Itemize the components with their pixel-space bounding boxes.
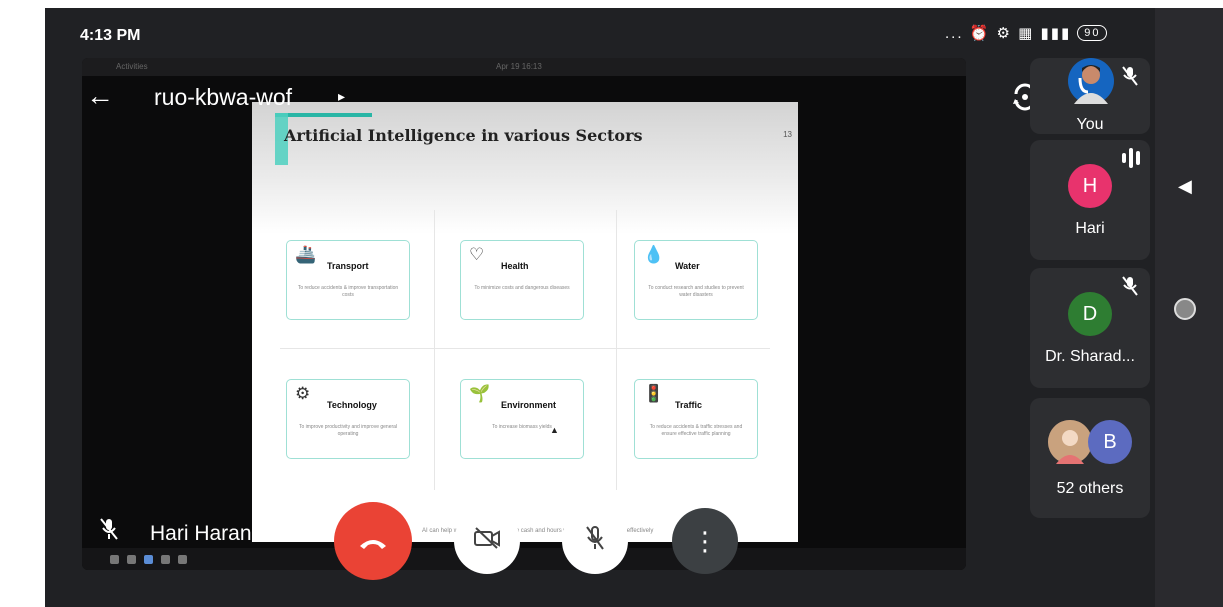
sector-icon: ♡ bbox=[469, 245, 485, 264]
sector-title: Traffic bbox=[675, 400, 703, 410]
participant-tile-you[interactable]: You bbox=[1030, 58, 1150, 134]
avatar: D bbox=[1068, 292, 1112, 336]
sector-card-water: 💧 Water To conduct research and studies to… bbox=[634, 240, 758, 320]
status-time: 4:13 PM bbox=[80, 27, 141, 44]
camera-toggle-button[interactable] bbox=[454, 508, 520, 574]
shared-topbar-left: Activities bbox=[116, 62, 148, 71]
mic-off-icon bbox=[1122, 276, 1138, 300]
participant-label: Hari bbox=[1075, 220, 1105, 237]
shared-topbar-clock: Apr 19 16:13 bbox=[496, 62, 542, 71]
sector-description: To reduce accidents & traffic stresses a… bbox=[649, 424, 743, 437]
avatar: H bbox=[1068, 164, 1112, 208]
dock-app-icon bbox=[178, 555, 187, 564]
sector-title: Water bbox=[675, 261, 700, 271]
speaking-indicator-icon bbox=[1122, 148, 1140, 168]
presenter-name: Hari Haran bbox=[150, 522, 252, 545]
mic-off-icon bbox=[100, 518, 118, 546]
participant-tile-others[interactable]: B 52 others bbox=[1030, 398, 1150, 518]
slide-accent-bar bbox=[275, 113, 372, 117]
nav-home-icon[interactable] bbox=[1174, 298, 1196, 320]
sector-title: Environment bbox=[501, 400, 557, 410]
participant-label: Dr. Sharad... bbox=[1045, 348, 1135, 365]
sector-card-technology: ⚙ Technology To improve productivity and i… bbox=[286, 379, 410, 459]
presentation-slide: Artificial Intelligence in various Secto… bbox=[252, 102, 798, 542]
slide-grid-line bbox=[616, 210, 617, 490]
sector-card-environment: 🌱 Environment To increase biomass yields bbox=[460, 379, 584, 459]
sector-description: To minimize costs and dangerous diseases bbox=[474, 285, 570, 291]
mic-off-icon bbox=[585, 525, 605, 558]
slide-grid-line bbox=[280, 348, 770, 349]
camera-off-icon bbox=[473, 526, 501, 557]
mic-off-icon bbox=[1122, 66, 1138, 90]
status-indicators: ... ⏰ ⚙ ▦ ▮▮▮ bbox=[945, 25, 1072, 42]
more-options-button[interactable]: ⋮ bbox=[672, 508, 738, 574]
battery-icon: 90 bbox=[1077, 25, 1108, 41]
avatar bbox=[1068, 58, 1114, 104]
shared-screen-topbar: Activities Apr 19 16:13 bbox=[82, 58, 966, 76]
sector-icon: 🚢 bbox=[295, 245, 317, 264]
dock-app-icon bbox=[110, 555, 119, 564]
participant-tile-hari[interactable]: H Hari bbox=[1030, 140, 1150, 260]
phone-hangup-icon bbox=[358, 526, 388, 557]
screen-edge bbox=[0, 0, 45, 607]
avatar: B bbox=[1088, 420, 1132, 464]
sector-title: Technology bbox=[327, 400, 377, 410]
status-icons: ... ⏰ ⚙ ▦ ▮▮▮ 90 bbox=[945, 24, 1108, 42]
sector-description: To improve productivity and improve gene… bbox=[298, 424, 398, 437]
slide-page-number: 13 bbox=[783, 130, 792, 139]
nav-back-icon[interactable]: ◀ bbox=[1178, 176, 1192, 197]
sector-card-traffic: 🚦 Traffic To reduce accidents & traffic st… bbox=[634, 379, 758, 459]
sector-card-transport: 🚢 Transport To reduce accidents & improve … bbox=[286, 240, 410, 320]
sector-icon: 🚦 bbox=[643, 384, 665, 403]
sector-description: To reduce accidents & improve transporta… bbox=[297, 285, 399, 298]
participant-label: 52 others bbox=[1056, 480, 1124, 497]
end-call-button[interactable] bbox=[334, 502, 412, 580]
microphone-toggle-button[interactable] bbox=[562, 508, 628, 574]
participant-tile-dr-sharad[interactable]: D Dr. Sharad... bbox=[1030, 268, 1150, 388]
sector-description: To conduct research and studies to preve… bbox=[648, 285, 744, 298]
avatar-photo bbox=[1048, 420, 1092, 464]
dock-app-icon bbox=[161, 555, 170, 564]
sector-card-health: ♡ Health To minimize costs and dangerous d… bbox=[460, 240, 584, 320]
mouse-cursor-icon: ▲ bbox=[550, 425, 559, 435]
sector-title: Transport bbox=[327, 261, 369, 271]
sector-icon: 💧 bbox=[643, 245, 665, 264]
slide-grid-line bbox=[434, 210, 435, 490]
participant-label: You bbox=[1076, 116, 1104, 133]
shared-screen-dock bbox=[82, 548, 966, 570]
chevron-right-icon[interactable]: ▸ bbox=[338, 88, 345, 105]
sector-icon: ⚙ bbox=[295, 384, 311, 403]
more-vert-icon: ⋮ bbox=[692, 525, 718, 556]
meeting-code[interactable]: ruo-kbwa-wof bbox=[154, 84, 292, 111]
dock-app-icon bbox=[144, 555, 153, 564]
back-arrow-icon[interactable]: ← bbox=[86, 82, 114, 110]
dock-app-icon bbox=[127, 555, 136, 564]
sector-icon: 🌱 bbox=[469, 384, 491, 403]
slide-title: Artificial Intelligence in various Secto… bbox=[284, 126, 643, 145]
sector-title: Health bbox=[501, 261, 529, 271]
